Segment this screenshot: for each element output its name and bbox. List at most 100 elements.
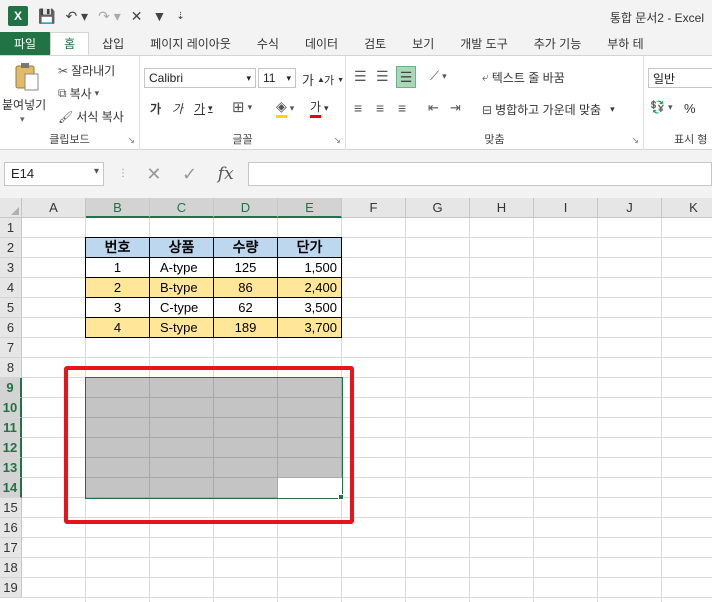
- column-header-f[interactable]: F: [342, 198, 406, 218]
- merge-center-button[interactable]: ⊟ 병합하고 가운데 맞춤 ▾: [482, 101, 615, 118]
- row-header-7[interactable]: 7: [0, 338, 22, 358]
- font-size-select[interactable]: 11 ▾: [258, 68, 296, 88]
- tab-insert[interactable]: 삽입: [89, 32, 137, 55]
- tab-page-layout[interactable]: 페이지 레이아웃: [137, 32, 244, 55]
- column-header-d[interactable]: D: [214, 198, 278, 218]
- table-cell[interactable]: S-type: [150, 318, 214, 338]
- table-header-cell[interactable]: 단가: [278, 238, 342, 258]
- column-header-a[interactable]: A: [22, 198, 86, 218]
- align-left-icon[interactable]: ≡: [354, 100, 362, 116]
- tab-developer[interactable]: 개발 도구: [447, 32, 521, 55]
- row-header-19[interactable]: 19: [0, 578, 22, 598]
- font-color-button[interactable]: 가 ▾: [310, 98, 329, 118]
- dialog-launcher-icon[interactable]: ↘: [333, 135, 341, 146]
- wrap-text-button[interactable]: ⤶ 텍스트 줄 바꿈: [482, 69, 565, 86]
- copy-button[interactable]: ⧉ 복사 ▾: [58, 85, 99, 102]
- select-all-button[interactable]: [0, 198, 22, 218]
- font-name-select[interactable]: Calibri ▾: [144, 68, 256, 88]
- number-format-select[interactable]: 일반: [648, 68, 712, 88]
- table-header-cell[interactable]: 번호: [86, 238, 150, 258]
- format-painter-button[interactable]: 🖌 서식 복사: [58, 108, 124, 125]
- worksheet-grid[interactable]: A B C D E F G H I J K 1 2 3 4 5 6 7 8 9 10 11 12 13 14 15 16 17 18 19…: [0, 198, 712, 602]
- tab-review[interactable]: 검토: [351, 32, 399, 55]
- row-header-1[interactable]: 1: [0, 218, 22, 238]
- column-header-e[interactable]: E: [278, 198, 342, 218]
- row-header-8[interactable]: 8: [0, 358, 22, 378]
- row-header-16[interactable]: 16: [0, 518, 22, 538]
- row-header-3[interactable]: 3: [0, 258, 22, 278]
- table-cell[interactable]: 1,500: [278, 258, 342, 278]
- paste-icon[interactable]: [14, 62, 40, 92]
- tab-data[interactable]: 데이터: [292, 32, 351, 55]
- row-header-9[interactable]: 9: [0, 378, 22, 398]
- table-cell[interactable]: 125: [214, 258, 278, 278]
- chevron-down-icon[interactable]: ▾: [20, 114, 25, 125]
- tab-formulas[interactable]: 수식: [244, 32, 292, 55]
- underline-button[interactable]: 가 ▾: [194, 100, 213, 117]
- column-header-i[interactable]: I: [534, 198, 598, 218]
- tab-home[interactable]: 홈: [50, 32, 90, 55]
- redo-icon[interactable]: ↷ ▾: [98, 8, 121, 25]
- align-middle-icon[interactable]: ☰: [376, 68, 389, 85]
- row-header-10[interactable]: 10: [0, 398, 22, 418]
- dialog-launcher-icon[interactable]: ↘: [127, 135, 135, 146]
- row-header-18[interactable]: 18: [0, 558, 22, 578]
- table-cell[interactable]: 2: [86, 278, 150, 298]
- cancel-icon[interactable]: ✕: [146, 164, 161, 185]
- enter-check-icon[interactable]: ✓: [182, 164, 197, 185]
- align-center-icon[interactable]: ≡: [376, 100, 384, 116]
- dialog-launcher-icon[interactable]: ↘: [631, 135, 639, 146]
- column-header-k[interactable]: K: [662, 198, 712, 218]
- grow-font-button[interactable]: 가 ▲: [302, 70, 325, 89]
- column-header-j[interactable]: J: [598, 198, 662, 218]
- align-top-icon[interactable]: ☰: [354, 68, 367, 85]
- table-cell[interactable]: B-type: [150, 278, 214, 298]
- row-header-4[interactable]: 4: [0, 278, 22, 298]
- row-header-2[interactable]: 2: [0, 238, 22, 258]
- increase-indent-icon[interactable]: ⇥: [450, 100, 461, 116]
- column-header-g[interactable]: G: [406, 198, 470, 218]
- row-header-12[interactable]: 12: [0, 438, 22, 458]
- row-header-17[interactable]: 17: [0, 538, 22, 558]
- table-header-cell[interactable]: 상품: [150, 238, 214, 258]
- tab-load-test[interactable]: 부하 테: [594, 32, 656, 55]
- italic-button[interactable]: 가: [172, 100, 183, 117]
- table-cell[interactable]: 2,400: [278, 278, 342, 298]
- splitter-handle[interactable]: ⋮: [118, 168, 128, 179]
- name-box[interactable]: E14 ▾: [4, 162, 104, 186]
- tab-add-ins[interactable]: 추가 기능: [521, 32, 595, 55]
- chevron-down-icon[interactable]: ▾: [94, 166, 99, 177]
- table-cell[interactable]: 189: [214, 318, 278, 338]
- align-bottom-icon[interactable]: ☰: [396, 66, 416, 88]
- column-header-b[interactable]: B: [86, 198, 150, 218]
- row-header-6[interactable]: 6: [0, 318, 22, 338]
- table-cell[interactable]: A-type: [150, 258, 214, 278]
- paste-button[interactable]: 붙여넣기: [2, 96, 46, 113]
- customize-icon[interactable]: ⇣: [176, 11, 184, 22]
- row-header-5[interactable]: 5: [0, 298, 22, 318]
- tab-file[interactable]: 파일: [0, 32, 51, 55]
- close-icon[interactable]: ✕: [131, 8, 143, 25]
- table-cell[interactable]: 3: [86, 298, 150, 318]
- bold-button[interactable]: 가: [150, 100, 161, 117]
- currency-format-button[interactable]: 💱 ▾: [650, 100, 672, 114]
- undo-icon[interactable]: ↶ ▾: [65, 8, 88, 25]
- table-cell[interactable]: C-type: [150, 298, 214, 318]
- row-header-13[interactable]: 13: [0, 458, 22, 478]
- formula-input[interactable]: [248, 162, 712, 186]
- table-cell[interactable]: 4: [86, 318, 150, 338]
- orientation-button[interactable]: ⟋ ▾: [430, 68, 447, 84]
- decrease-indent-icon[interactable]: ⇤: [428, 100, 439, 116]
- shrink-font-button[interactable]: 가 ▼: [324, 72, 344, 88]
- column-header-h[interactable]: H: [470, 198, 534, 218]
- percent-button[interactable]: %: [684, 101, 696, 116]
- column-header-c[interactable]: C: [150, 198, 214, 218]
- tab-view[interactable]: 보기: [399, 32, 447, 55]
- filter-icon[interactable]: ▼: [152, 8, 166, 24]
- row-header-11[interactable]: 11: [0, 418, 22, 438]
- fill-color-button[interactable]: ◈ ▾: [276, 98, 294, 118]
- row-header-14[interactable]: 14: [0, 478, 22, 498]
- table-cell[interactable]: 3,500: [278, 298, 342, 318]
- table-cell[interactable]: 3,700: [278, 318, 342, 338]
- align-right-icon[interactable]: ≡: [398, 100, 406, 116]
